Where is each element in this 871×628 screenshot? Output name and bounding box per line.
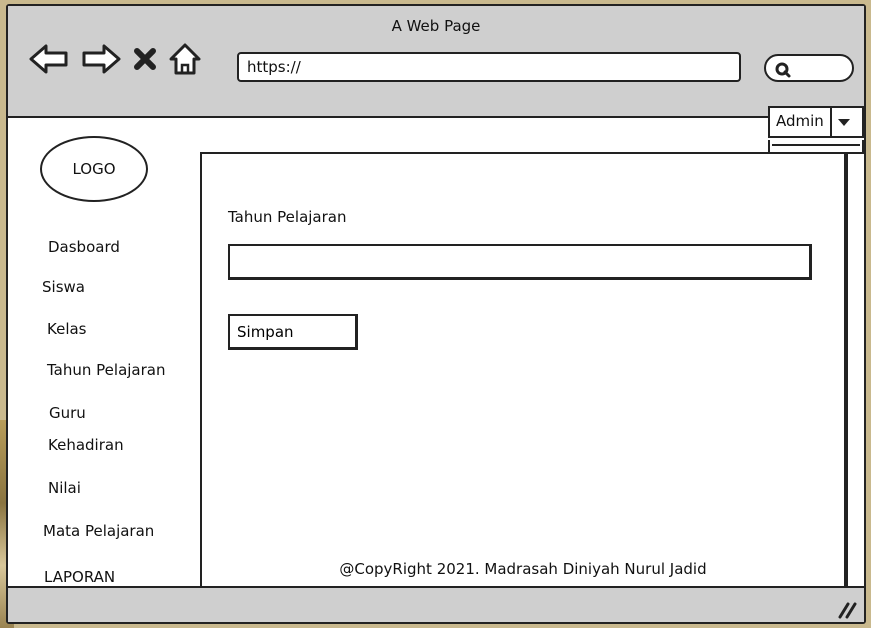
resize-handle-icon[interactable]: [834, 598, 858, 620]
logo: LOGO: [40, 136, 148, 202]
simpan-button[interactable]: Simpan: [228, 314, 358, 350]
chevron-down-icon[interactable]: [832, 108, 856, 136]
nav-icons: [28, 42, 202, 76]
user-menu[interactable]: Admin: [768, 106, 864, 154]
url-bar[interactable]: https://: [237, 52, 741, 82]
forward-icon[interactable]: [80, 42, 122, 76]
user-select[interactable]: Admin: [768, 106, 864, 138]
sidebar-item-kelas[interactable]: Kelas: [47, 320, 87, 338]
browser-window: A Web Page https:// LOGO Dasboard Siswa …: [6, 4, 866, 624]
copyright-text: @CopyRight 2021. Madrasah Diniyah Nurul …: [339, 560, 707, 578]
sidebar-item-dasboard[interactable]: Dasboard: [48, 238, 120, 256]
back-icon[interactable]: [28, 42, 70, 76]
main-panel: Tahun Pelajaran Simpan @CopyRight 2021. …: [200, 152, 848, 588]
browser-statusbar: [8, 586, 864, 622]
sidebar-item-tahun-pelajaran[interactable]: Tahun Pelajaran: [47, 361, 165, 379]
sidebar-item-guru[interactable]: Guru: [49, 404, 86, 422]
tahun-pelajaran-input[interactable]: [228, 244, 812, 280]
search-icon: [775, 62, 791, 78]
sidebar-item-laporan[interactable]: LAPORAN: [44, 568, 115, 586]
tahun-pelajaran-label: Tahun Pelajaran: [228, 208, 347, 226]
browser-toolbar: A Web Page https://: [8, 6, 864, 118]
home-icon[interactable]: [168, 42, 202, 76]
sidebar-item-siswa[interactable]: Siswa: [42, 278, 85, 296]
user-label: Admin: [770, 108, 832, 136]
close-icon[interactable]: [132, 42, 158, 76]
page-content: LOGO Dasboard Siswa Kelas Tahun Pelajara…: [8, 106, 864, 588]
sidebar-item-nilai[interactable]: Nilai: [48, 479, 81, 497]
user-dropdown-list: [768, 140, 864, 154]
window-title: A Web Page: [391, 17, 481, 35]
browser-search-field[interactable]: [764, 54, 854, 82]
sidebar-item-kehadiran[interactable]: Kehadiran: [48, 436, 124, 454]
sidebar-item-mata-pelajaran[interactable]: Mata Pelajaran: [43, 522, 154, 540]
